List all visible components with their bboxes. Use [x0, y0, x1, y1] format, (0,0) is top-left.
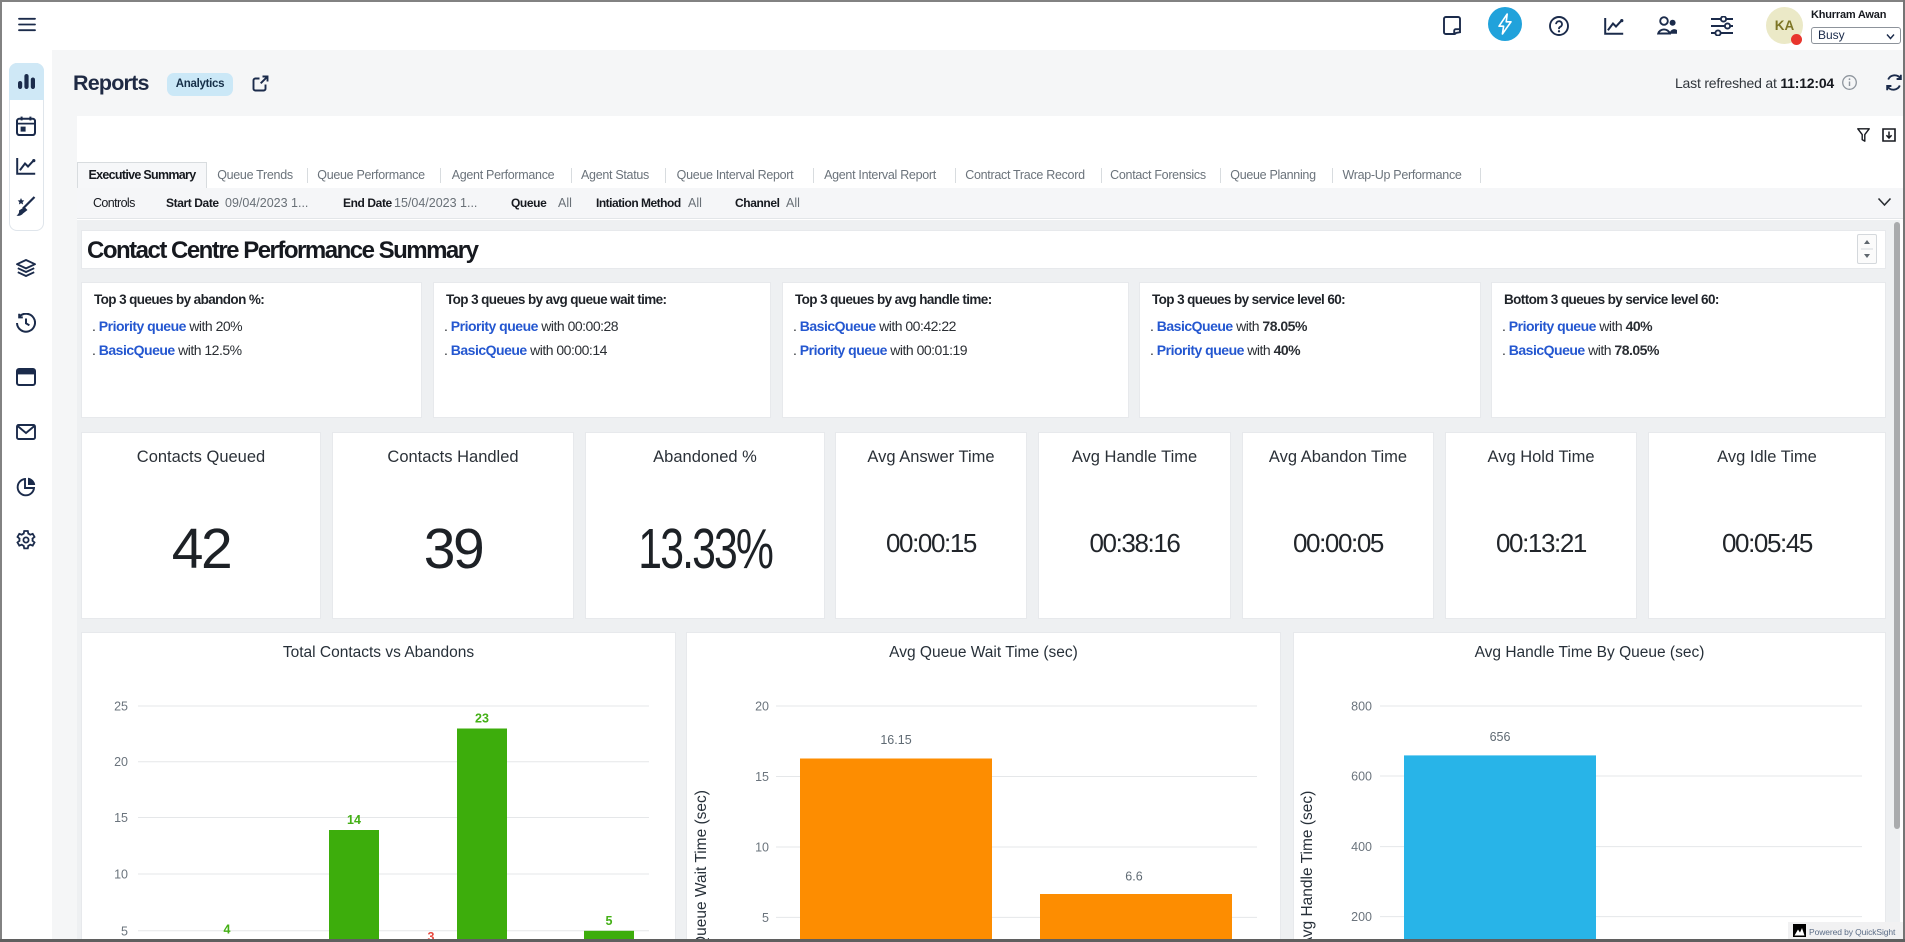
- svg-text:23: 23: [475, 712, 489, 726]
- svg-text:Queue Wait Time (sec): Queue Wait Time (sec): [693, 790, 710, 942]
- svg-text:Avg Handle Time (sec): Avg Handle Time (sec): [1299, 791, 1316, 942]
- svg-text:10: 10: [755, 841, 769, 855]
- svg-text:20: 20: [114, 755, 128, 769]
- svg-text:25: 25: [114, 700, 128, 714]
- svg-text:656: 656: [1490, 730, 1511, 744]
- svg-text:600: 600: [1351, 770, 1372, 784]
- svg-text:400: 400: [1351, 840, 1372, 854]
- svg-text:6.6: 6.6: [1125, 870, 1142, 884]
- svg-text:200: 200: [1351, 910, 1372, 924]
- svg-text:15: 15: [114, 811, 128, 825]
- svg-text:5: 5: [606, 914, 613, 928]
- svg-text:10: 10: [114, 868, 128, 882]
- svg-text:4: 4: [224, 923, 231, 937]
- svg-text:15: 15: [755, 770, 769, 784]
- svg-text:16.15: 16.15: [880, 733, 911, 747]
- svg-text:14: 14: [347, 813, 361, 827]
- svg-text:5: 5: [762, 911, 769, 925]
- svg-text:20: 20: [755, 700, 769, 714]
- svg-text:800: 800: [1351, 700, 1372, 714]
- svg-text:5: 5: [121, 924, 128, 938]
